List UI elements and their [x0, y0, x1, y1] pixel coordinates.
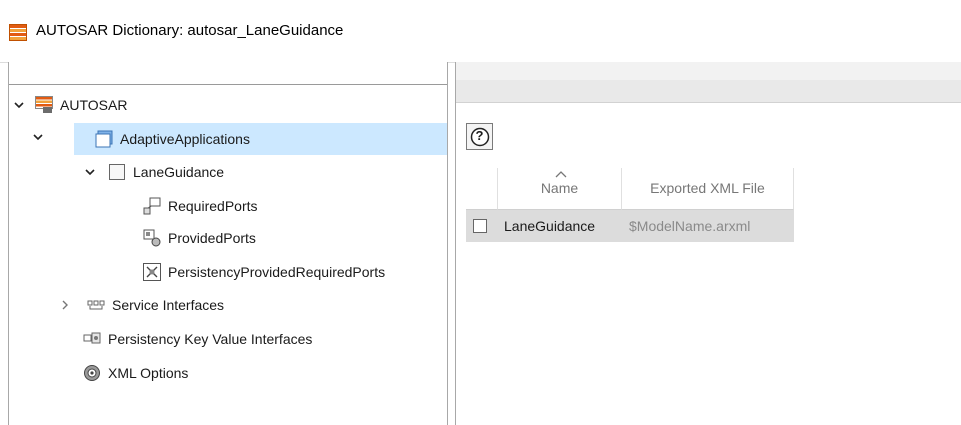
tree-header [9, 62, 447, 85]
chevron-down-icon[interactable] [12, 101, 26, 109]
autosar-dictionary-icon [9, 24, 27, 41]
window-title: AUTOSAR Dictionary: autosar_LaneGuidance [36, 22, 344, 39]
persistency-ports-icon [142, 262, 162, 282]
table-row-exported-xml-file[interactable]: $ModelName.arxml [622, 210, 794, 242]
chevron-right-icon[interactable] [58, 300, 72, 310]
chevron-down-icon[interactable] [31, 134, 45, 141]
tree-item-laneguidance[interactable]: LaneGuidance [83, 156, 447, 188]
gear-icon [82, 363, 102, 383]
tree-panel: AUTOSAR AdaptiveApplications LaneGuidanc… [8, 62, 448, 425]
table-header-checkbox [466, 168, 498, 210]
autosar-root-icon [34, 95, 54, 115]
toolbar-top [456, 62, 961, 80]
tree-item-service-interfaces[interactable]: Service Interfaces [9, 289, 447, 321]
tree-item-providedports[interactable]: ProvidedPorts [142, 222, 447, 254]
component-icon [107, 162, 127, 182]
properties-panel: ? Name Exported XML File LaneGuidance $M… [455, 62, 961, 425]
tree-item-xml-options[interactable]: XML Options [82, 357, 447, 389]
tree-item-requiredports[interactable]: RequiredPorts [142, 190, 447, 222]
help-button[interactable]: ? [466, 123, 493, 150]
tree-item-adaptive-applications[interactable]: AdaptiveApplications [74, 123, 447, 155]
chevron-down-icon[interactable] [83, 168, 97, 176]
tree-item-label: Persistency Key Value Interfaces [108, 331, 313, 347]
table-row-name[interactable]: LaneGuidance [498, 210, 622, 242]
required-ports-icon [142, 196, 162, 216]
table-header-label: Name [540, 180, 579, 196]
toolbar-band [456, 80, 961, 103]
persistency-kv-icon [82, 329, 102, 349]
tree-item-autosar[interactable]: AUTOSAR [9, 89, 447, 121]
tree-item-label: AUTOSAR [60, 97, 128, 113]
help-label: ? [475, 128, 484, 143]
adaptive-applications-icon [94, 129, 114, 149]
title-bar: AUTOSAR Dictionary: autosar_LaneGuidance [0, 0, 961, 63]
tree-item-label: PersistencyProvidedRequiredPorts [168, 264, 386, 280]
tree-item-label: AdaptiveApplications [120, 131, 250, 147]
table-header-label: Exported XML File [650, 180, 765, 196]
cell-name: LaneGuidance [504, 218, 596, 234]
table-row-checkbox-cell[interactable] [466, 210, 498, 242]
tree-item-persistencyprovidedrequiredports[interactable]: PersistencyProvidedRequiredPorts [142, 256, 447, 288]
table-header-exported-xml-file[interactable]: Exported XML File [622, 168, 794, 210]
service-interfaces-icon [86, 295, 106, 315]
tree-item-persistency-key-value-interfaces[interactable]: Persistency Key Value Interfaces [82, 323, 447, 355]
tree-item-label: RequiredPorts [168, 198, 258, 214]
tree-item-label: Service Interfaces [112, 297, 225, 313]
cell-exported-xml-file: $ModelName.arxml [629, 218, 751, 234]
tree-item-label: LaneGuidance [133, 164, 225, 180]
row-checkbox[interactable] [473, 219, 487, 233]
tree-item-label: ProvidedPorts [168, 230, 256, 246]
tree-item-label: XML Options [108, 365, 189, 381]
table-header-name[interactable]: Name [498, 168, 622, 210]
provided-ports-icon [142, 228, 162, 248]
